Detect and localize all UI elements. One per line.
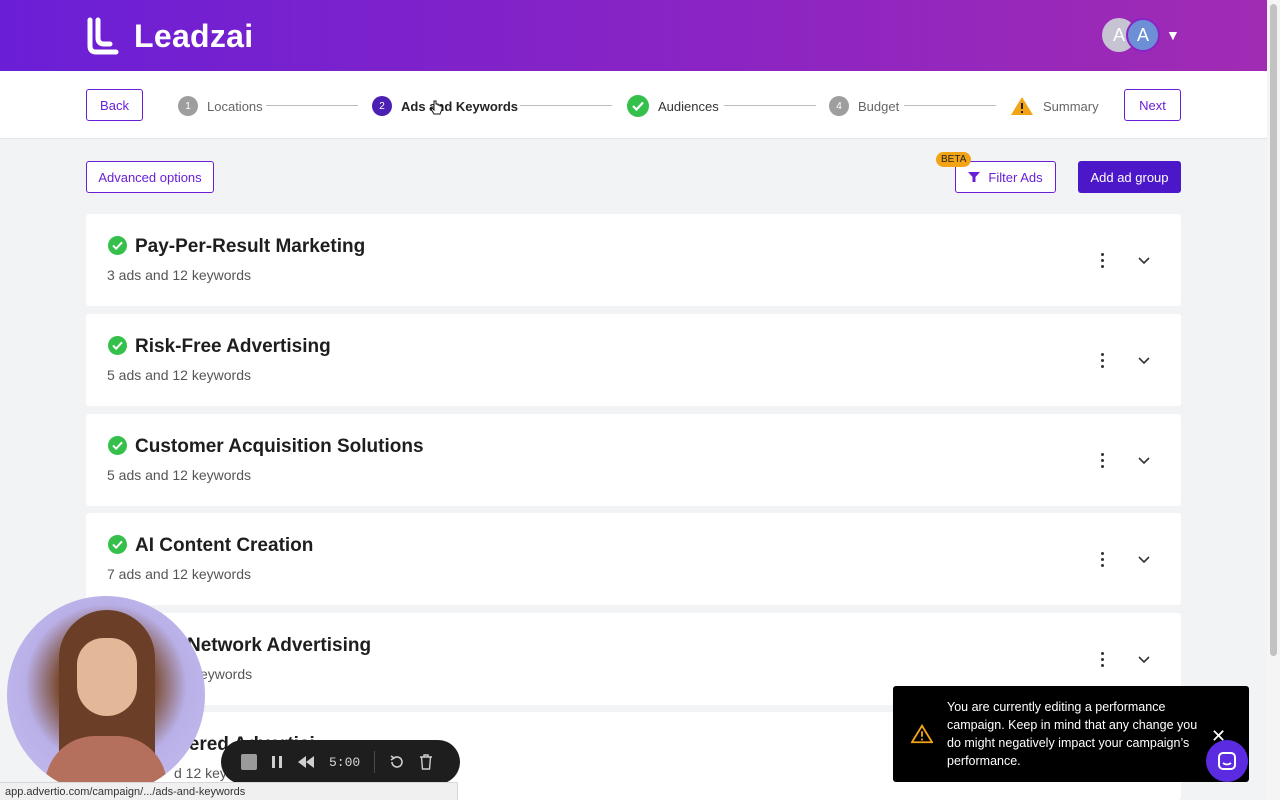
- step-number: 2: [372, 96, 392, 116]
- back-button[interactable]: Back: [86, 89, 143, 121]
- leadzai-logo[interactable]: Leadzai: [84, 14, 253, 58]
- more-options-icon[interactable]: [1094, 649, 1110, 669]
- step-connector: [520, 105, 612, 106]
- step-label: Summary: [1043, 98, 1099, 114]
- check-icon: [627, 95, 649, 117]
- step-budget[interactable]: 4 Budget: [829, 95, 899, 117]
- stop-icon[interactable]: [241, 754, 257, 770]
- webcam-face: [77, 638, 137, 716]
- step-locations[interactable]: 1 Locations: [178, 95, 263, 117]
- webcam-overlay[interactable]: [7, 596, 205, 794]
- rewind-icon[interactable]: [297, 755, 315, 769]
- step-summary[interactable]: Summary: [1010, 95, 1099, 117]
- chevron-down-icon[interactable]: [1136, 252, 1152, 268]
- chat-icon: [1218, 752, 1236, 770]
- scrollbar-thumb[interactable]: [1270, 4, 1277, 656]
- ad-group-summary: 7 ads and 12 keywords: [107, 566, 251, 582]
- ad-group-title: Risk-Free Advertising: [135, 336, 331, 357]
- trash-icon[interactable]: [419, 754, 433, 770]
- ad-group-title: Network Advertising: [187, 635, 372, 656]
- step-connector: [724, 105, 816, 106]
- step-label: Audiences: [658, 98, 719, 114]
- ad-group-card[interactable]: Pay-Per-Result Marketing 3 ads and 12 ke…: [86, 214, 1181, 306]
- pointer-cursor-icon: [430, 100, 443, 115]
- pause-icon[interactable]: [271, 755, 283, 769]
- more-options-icon[interactable]: [1094, 450, 1110, 470]
- ad-group-title: AI Content Creation: [135, 535, 314, 556]
- edit-warning-toast: You are currently editing a performance …: [893, 686, 1249, 782]
- caret-down-icon[interactable]: ▼: [1166, 27, 1180, 43]
- more-options-icon[interactable]: [1094, 250, 1110, 270]
- check-icon: [108, 236, 127, 255]
- ad-group-summary: 5 ads and 12 keywords: [107, 367, 251, 383]
- account-menu[interactable]: A A ▼: [1102, 18, 1180, 52]
- next-button[interactable]: Next: [1124, 89, 1181, 121]
- ad-group-card[interactable]: Customer Acquisition Solutions 5 ads and…: [86, 414, 1181, 506]
- check-icon: [108, 436, 127, 455]
- brand-name: Leadzai: [134, 17, 254, 54]
- avatar[interactable]: A: [1126, 18, 1160, 52]
- filter-ads-button[interactable]: Filter Ads: [955, 161, 1056, 193]
- check-icon: [108, 535, 127, 554]
- chevron-down-icon[interactable]: [1136, 651, 1152, 667]
- filter-ads-label: Filter Ads: [988, 169, 1043, 185]
- filter-icon: [968, 172, 981, 182]
- beta-badge: BETA: [936, 152, 972, 167]
- chat-launcher-button[interactable]: [1206, 740, 1248, 782]
- more-options-icon[interactable]: [1094, 350, 1110, 370]
- advanced-options-button[interactable]: Advanced options: [86, 161, 214, 193]
- step-connector: [904, 105, 996, 106]
- step-ads-and-keywords[interactable]: 2 Ads and Keywords: [372, 95, 518, 117]
- divider: [374, 751, 376, 773]
- ad-group-summary: eywords: [200, 666, 253, 682]
- step-label: Ads and Keywords: [401, 98, 519, 114]
- step-label: Locations: [207, 98, 263, 114]
- recording-controls: 5:00: [221, 740, 460, 784]
- ad-group-card[interactable]: Risk-Free Advertising 5 ads and 12 keywo…: [86, 314, 1181, 406]
- step-label: Budget: [858, 98, 900, 114]
- toast-message: You are currently editing a performance …: [947, 700, 1198, 768]
- chevron-down-icon[interactable]: [1136, 551, 1152, 567]
- chevron-down-icon[interactable]: [1136, 352, 1152, 368]
- chevron-down-icon[interactable]: [1136, 452, 1152, 468]
- ad-group-title: Customer Acquisition Solutions: [135, 436, 424, 457]
- step-audiences[interactable]: Audiences: [627, 95, 719, 117]
- recording-timer: 5:00: [329, 754, 361, 770]
- restart-icon[interactable]: [389, 754, 405, 770]
- ad-group-title: Pay-Per-Result Marketing: [135, 236, 366, 257]
- ad-group-summary: 5 ads and 12 keywords: [107, 467, 251, 483]
- step-number: 4: [829, 96, 849, 116]
- add-ad-group-button[interactable]: Add ad group: [1078, 161, 1181, 193]
- status-url: app.advertio.com/campaign/.../ads-and-ke…: [0, 782, 458, 800]
- step-connector: [266, 105, 358, 106]
- more-options-icon[interactable]: [1094, 549, 1110, 569]
- warning-icon: [1011, 97, 1033, 115]
- logo-icon: [87, 17, 119, 55]
- ad-group-card[interactable]: AI Content Creation 7 ads and 12 keyword…: [86, 513, 1181, 605]
- ad-group-summary: 3 ads and 12 keywords: [107, 267, 251, 283]
- warning-icon: [911, 724, 933, 744]
- page-scrollbar[interactable]: [1267, 0, 1280, 800]
- campaign-stepper: Back Next 1 Locations 2 Ads and Keywords…: [0, 71, 1267, 139]
- step-number: 1: [178, 96, 198, 116]
- top-header: Leadzai A A ▼: [0, 0, 1267, 71]
- check-icon: [108, 336, 127, 355]
